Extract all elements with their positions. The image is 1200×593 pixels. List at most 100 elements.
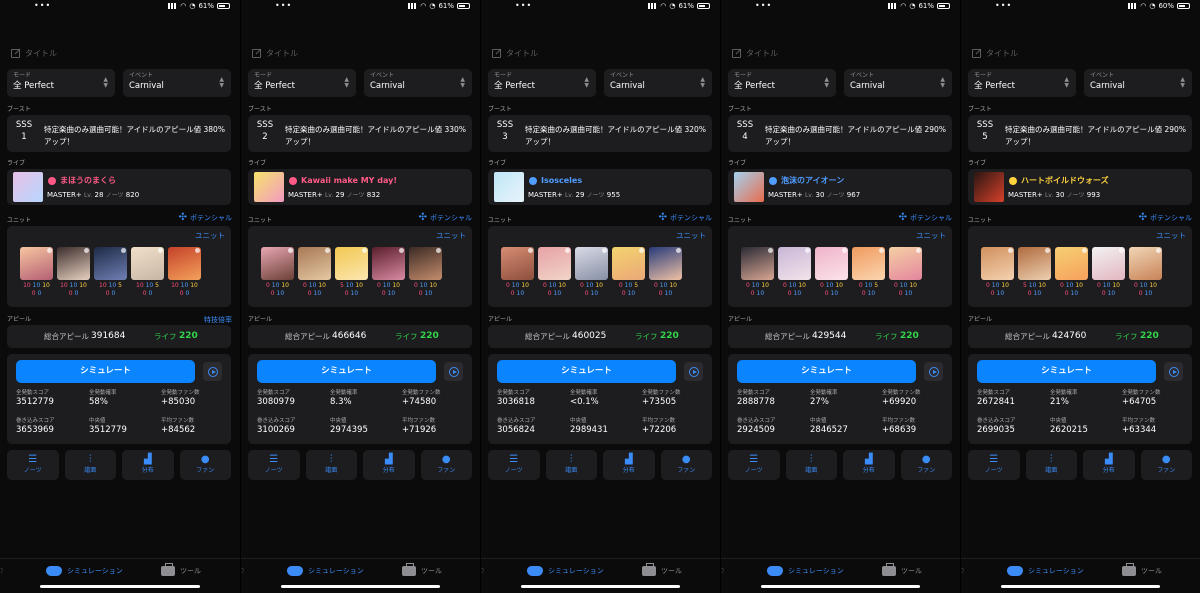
unit-link[interactable]: ユニット xyxy=(436,230,466,241)
live-card[interactable]: 泡沫のアイオーン MASTER+ Lv. 30 ノーツ 967 xyxy=(728,169,952,205)
idol-portrait[interactable] xyxy=(852,247,885,280)
idol-portrait[interactable] xyxy=(1129,247,1162,280)
auto-play-button[interactable] xyxy=(684,362,703,381)
simulate-button[interactable]: シミュレート xyxy=(16,360,195,383)
boost-card[interactable]: SSS 5 特定楽曲のみ選曲可能！アイドルのアピール値 290% アップ！ xyxy=(968,115,1192,152)
mode-select[interactable]: モード 全 Perfect ▲ ▼ xyxy=(728,69,836,97)
bottom-tab-button[interactable]: ☰ ノーツ xyxy=(7,450,59,480)
nav-tool[interactable]: ツール xyxy=(402,563,442,576)
skill-multiplier-link[interactable]: 特技倍率 xyxy=(204,315,232,325)
event-select[interactable]: イベント Carnival ▲ ▼ xyxy=(123,69,231,97)
idol-portrait[interactable] xyxy=(1055,247,1088,280)
unit-link[interactable]: ユニット xyxy=(195,230,225,241)
bottom-tab-button[interactable]: ● ファン xyxy=(1140,450,1192,480)
idol-portrait[interactable] xyxy=(57,247,90,280)
idol-portrait[interactable] xyxy=(94,247,127,280)
idol-slot[interactable]: 5 10 10 0 10 xyxy=(335,247,368,298)
idol-portrait[interactable] xyxy=(335,247,368,280)
event-select[interactable]: イベント Carnival ▲ ▼ xyxy=(604,69,712,97)
idol-portrait[interactable] xyxy=(168,247,201,280)
idol-portrait[interactable] xyxy=(1018,247,1051,280)
idol-slot[interactable]: 0 10 10 0 10 xyxy=(538,247,571,298)
idol-portrait[interactable] xyxy=(1092,247,1125,280)
bottom-tab-button[interactable]: ☰ ノーツ xyxy=(728,450,780,480)
idol-portrait[interactable] xyxy=(889,247,922,280)
idol-portrait[interactable] xyxy=(741,247,774,280)
nav-tool[interactable]: ツール xyxy=(642,563,682,576)
title-field[interactable]: タイトル xyxy=(252,48,298,59)
bottom-tab-button[interactable]: ☰ ノーツ xyxy=(488,450,540,480)
auto-play-button[interactable] xyxy=(444,362,463,381)
idol-portrait[interactable] xyxy=(261,247,294,280)
idol-slot[interactable]: 0 10 10 0 10 xyxy=(1129,247,1162,298)
unit-link[interactable]: ユニット xyxy=(1156,230,1186,241)
bottom-tab-button[interactable]: ▟ 分布 xyxy=(1083,450,1135,480)
nav-tool[interactable]: ツール xyxy=(1122,563,1162,576)
bottom-tab-button[interactable]: ● ファン xyxy=(420,450,472,480)
idol-slot[interactable]: 10 10 10 0 0 xyxy=(168,247,201,298)
idol-slot[interactable]: 0 10 10 0 10 xyxy=(889,247,922,298)
title-field[interactable]: タイトル xyxy=(492,48,538,59)
event-select[interactable]: イベント Carnival ▲ ▼ xyxy=(1084,69,1192,97)
simulate-button[interactable]: シミュレート xyxy=(257,360,436,383)
potential-button[interactable]: ✣ ポテンシャル xyxy=(659,213,712,223)
idol-slot[interactable]: 10 10 10 0 0 xyxy=(20,247,53,298)
live-card[interactable]: ハートボイルドウォーズ MASTER+ Lv. 30 ノーツ 993 xyxy=(968,169,1192,205)
boost-card[interactable]: SSS 1 特定楽曲のみ選曲可能！アイドルのアピール値 380% アップ！ xyxy=(7,115,231,152)
auto-play-button[interactable] xyxy=(1164,362,1183,381)
idol-portrait[interactable] xyxy=(501,247,534,280)
idol-slot[interactable]: 0 10 10 0 10 xyxy=(501,247,534,298)
bottom-tab-button[interactable]: ⫶ 譜面 xyxy=(785,450,837,480)
idol-portrait[interactable] xyxy=(612,247,645,280)
idol-portrait[interactable] xyxy=(409,247,442,280)
nav-tool[interactable]: ツール xyxy=(161,563,201,576)
mode-select[interactable]: モード 全 Perfect ▲ ▼ xyxy=(968,69,1076,97)
bottom-tab-button[interactable]: ▟ 分布 xyxy=(122,450,174,480)
idol-slot[interactable]: 0 10 10 0 10 xyxy=(1092,247,1125,298)
auto-play-button[interactable] xyxy=(924,362,943,381)
unit-link[interactable]: ユニット xyxy=(916,230,946,241)
idol-slot[interactable]: 0 10 10 0 10 xyxy=(815,247,848,298)
nav-simulation[interactable]: シミュレーション xyxy=(46,566,123,576)
idol-portrait[interactable] xyxy=(649,247,682,280)
potential-button[interactable]: ✣ ポテンシャル xyxy=(899,213,952,223)
idol-slot[interactable]: 0 10 5 0 10 xyxy=(852,247,885,298)
nav-simulation[interactable]: シミュレーション xyxy=(1007,566,1084,576)
idol-portrait[interactable] xyxy=(131,247,164,280)
bottom-tab-button[interactable]: ☰ ノーツ xyxy=(248,450,300,480)
nav-simulation[interactable]: シミュレーション xyxy=(287,566,364,576)
idol-portrait[interactable] xyxy=(575,247,608,280)
mode-select[interactable]: モード 全 Perfect ▲ ▼ xyxy=(248,69,356,97)
idol-slot[interactable]: 10 10 5 0 0 xyxy=(131,247,164,298)
idol-slot[interactable]: 10 10 5 0 0 xyxy=(94,247,127,298)
bottom-tab-button[interactable]: ▟ 分布 xyxy=(603,450,655,480)
idol-slot[interactable]: 0 10 10 0 10 xyxy=(981,247,1014,298)
idol-slot[interactable]: 0 10 10 0 10 xyxy=(298,247,331,298)
idol-portrait[interactable] xyxy=(298,247,331,280)
idol-slot[interactable]: 0 10 10 0 10 xyxy=(261,247,294,298)
idol-slot[interactable]: 0 10 10 0 10 xyxy=(575,247,608,298)
event-select[interactable]: イベント Carnival ▲ ▼ xyxy=(364,69,472,97)
idol-slot[interactable]: 0 10 10 0 10 xyxy=(372,247,405,298)
idol-portrait[interactable] xyxy=(372,247,405,280)
bottom-tab-button[interactable]: ⫶ 譜面 xyxy=(1025,450,1077,480)
event-select[interactable]: イベント Carnival ▲ ▼ xyxy=(844,69,952,97)
title-field[interactable]: タイトル xyxy=(11,48,57,59)
live-card[interactable]: Isosceles MASTER+ Lv. 29 ノーツ 955 xyxy=(488,169,712,205)
potential-button[interactable]: ✣ ポテンシャル xyxy=(1139,213,1192,223)
potential-button[interactable]: ✣ ポテンシャル xyxy=(419,213,472,223)
title-field[interactable]: タイトル xyxy=(732,48,778,59)
mode-select[interactable]: モード 全 Perfect ▲ ▼ xyxy=(7,69,115,97)
simulate-button[interactable]: シミュレート xyxy=(497,360,676,383)
idol-slot[interactable]: 0 10 10 0 10 xyxy=(649,247,682,298)
potential-button[interactable]: ✣ ポテンシャル xyxy=(179,213,232,223)
nav-tool[interactable]: ツール xyxy=(882,563,922,576)
idol-slot[interactable]: 0 10 10 0 10 xyxy=(741,247,774,298)
idol-slot[interactable]: 5 10 10 0 10 xyxy=(1018,247,1051,298)
nav-simulation[interactable]: シミュレーション xyxy=(767,566,844,576)
simulate-button[interactable]: シミュレート xyxy=(977,360,1156,383)
idol-portrait[interactable] xyxy=(538,247,571,280)
idol-portrait[interactable] xyxy=(815,247,848,280)
boost-card[interactable]: SSS 3 特定楽曲のみ選曲可能！アイドルのアピール値 320% アップ！ xyxy=(488,115,712,152)
bottom-tab-button[interactable]: ● ファン xyxy=(900,450,952,480)
